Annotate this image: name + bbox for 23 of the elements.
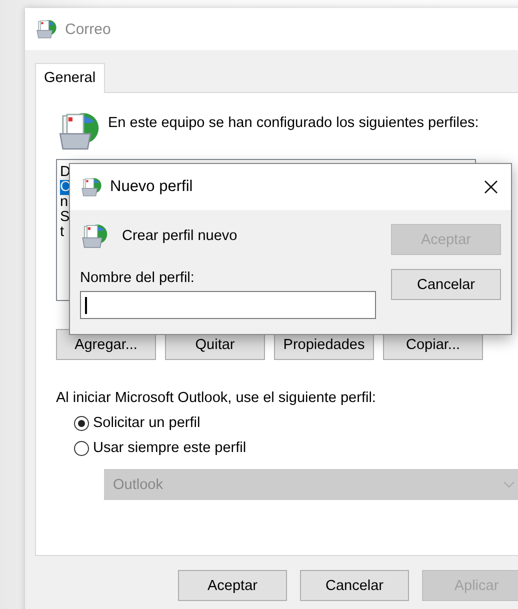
mail-globe-icon <box>80 222 108 250</box>
mail-globe-icon <box>35 18 57 40</box>
radio-button[interactable] <box>74 416 89 430</box>
field-label: Nombre del perfil: <box>80 270 196 286</box>
radio-label[interactable]: Usar siempre este perfil <box>93 440 246 456</box>
startup-label: Al iniciar Microsoft Outlook, use el siguiente perfil: <box>56 390 377 406</box>
dialog-button[interactable]: Cancelar <box>391 269 501 300</box>
dialog-title: Nuevo perfil <box>110 178 194 196</box>
profile-item[interactable]: n <box>60 195 72 210</box>
radio-label[interactable]: Solicitar un perfil <box>93 415 200 431</box>
mail-globe-icon <box>80 176 102 198</box>
chevron-down-icon <box>503 481 515 488</box>
radio-button[interactable] <box>74 440 89 456</box>
close-icon[interactable] <box>483 179 499 195</box>
dialog-button[interactable]: Cancelar <box>300 570 409 601</box>
profile-item[interactable]: S <box>60 210 72 225</box>
tab[interactable]: General <box>35 63 105 93</box>
intro-text: En este equipo se han configurado los siguientes perfiles: <box>108 115 480 132</box>
window-title: Correo <box>65 20 111 38</box>
dialog-heading: Crear perfil nuevo <box>122 228 238 244</box>
profile-item[interactable]: t <box>60 225 72 240</box>
dialog-button[interactable]: Aceptar <box>178 570 287 601</box>
profile-name-field[interactable] <box>80 291 376 319</box>
